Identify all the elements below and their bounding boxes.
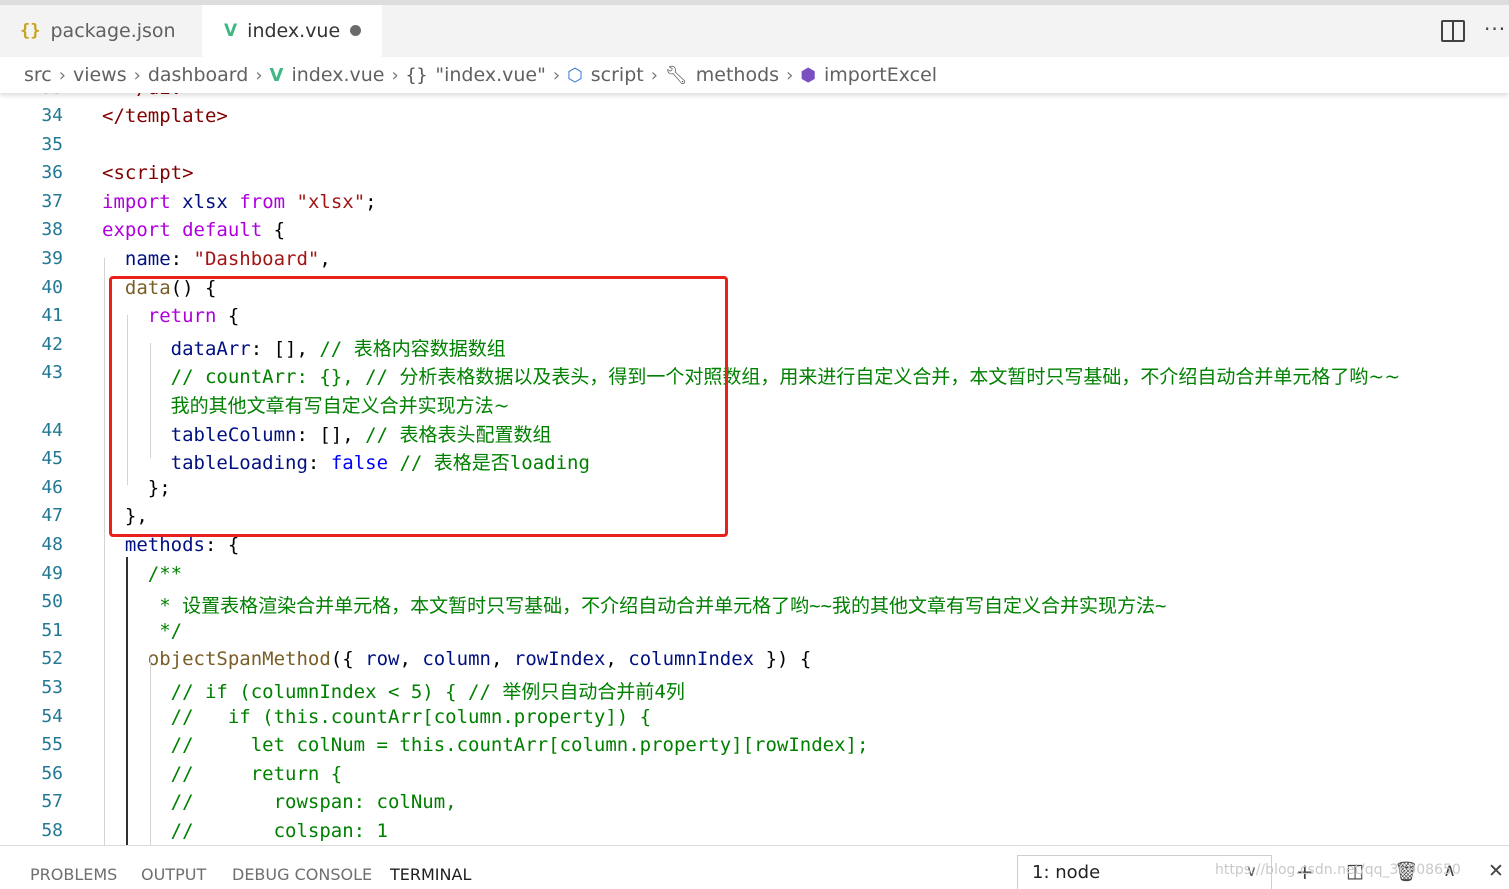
line-number: 48 xyxy=(41,534,63,555)
line-number: 46 xyxy=(41,477,63,498)
breadcrumb-importexcel-label: importExcel xyxy=(823,64,938,86)
line-number: 40 xyxy=(41,277,63,298)
wrench-icon: 🔧︎ xyxy=(664,64,688,86)
highlight-annotation-box xyxy=(109,276,728,537)
line-number: 34 xyxy=(41,105,63,126)
line-number: 38 xyxy=(41,219,63,240)
chevron-right-icon: › xyxy=(255,64,263,86)
line-number: 45 xyxy=(41,448,63,469)
code-line: */ xyxy=(159,620,183,642)
line-number: 54 xyxy=(41,706,63,727)
tab-output[interactable]: OUTPUT xyxy=(141,865,206,884)
line-number: 42 xyxy=(41,334,63,355)
line-number: 43 xyxy=(41,362,63,383)
line-number: 56 xyxy=(41,763,63,784)
tab-debug-console[interactable]: DEBUG CONSOLE xyxy=(232,865,372,884)
vue-logo-icon: V xyxy=(269,64,284,86)
panel-bar: PROBLEMS OUTPUT DEBUG CONSOLE TERMINAL 1… xyxy=(0,845,1509,889)
more-actions-icon[interactable]: ··· xyxy=(1484,17,1506,41)
line-number: 35 xyxy=(41,134,63,155)
code-line: /** xyxy=(147,563,183,585)
line-number: 58 xyxy=(41,820,63,841)
terminal-select-value: 1: node xyxy=(1032,862,1101,883)
breadcrumb-methods[interactable]: 🔧︎ methods xyxy=(665,64,779,86)
line-number: 37 xyxy=(41,191,63,212)
tab-label: index.vue xyxy=(247,20,341,42)
braces-icon: {} xyxy=(405,64,428,86)
chevron-right-icon: › xyxy=(133,64,141,86)
vue-logo-icon: V xyxy=(224,21,238,41)
code-editor[interactable]: </div> 33 34 </template> 35 36 <script> 37 imp… xyxy=(0,93,1509,845)
line-number: 55 xyxy=(41,734,63,755)
line-number: 52 xyxy=(41,648,63,669)
breadcrumb-src[interactable]: src xyxy=(24,64,52,86)
breadcrumb-module-label: "index.vue" xyxy=(435,64,546,86)
code-line: // return { xyxy=(170,763,343,785)
tab-package-json[interactable]: {} package.json xyxy=(0,5,202,57)
tab-problems[interactable]: PROBLEMS xyxy=(30,865,117,884)
chevron-right-icon: › xyxy=(391,64,399,86)
indent-guide xyxy=(104,258,105,845)
code-line: </template> xyxy=(102,105,228,127)
line-number: 41 xyxy=(41,305,63,326)
code-line: // if (columnIndex < 5) { // 举例只自动合并前4列 xyxy=(170,681,685,703)
json-braces-icon: {} xyxy=(20,21,41,41)
breadcrumb-script-label: script xyxy=(590,64,644,86)
unsaved-dot-icon[interactable] xyxy=(350,25,361,36)
code-line: export default { xyxy=(102,219,286,241)
tab-terminal[interactable]: TERMINAL xyxy=(390,865,471,884)
active-indent-guide xyxy=(126,557,128,845)
line-number: 53 xyxy=(41,677,63,698)
close-panel-icon[interactable]: ✕ xyxy=(1488,860,1504,882)
chevron-right-icon: › xyxy=(552,64,561,86)
line-number: 57 xyxy=(41,791,63,812)
line-number: 36 xyxy=(41,162,63,183)
breadcrumb-dashboard[interactable]: dashboard xyxy=(148,64,249,86)
cube-icon: ⬡ xyxy=(567,64,583,86)
breadcrumb-script[interactable]: ⬡ script xyxy=(567,64,644,86)
line-number: 47 xyxy=(41,505,63,526)
code-line: name: "Dashboard", xyxy=(124,248,331,270)
tab-index-vue[interactable]: V index.vue xyxy=(202,5,382,57)
breadcrumb: src › views › dashboard › V index.vue › … xyxy=(0,57,1509,93)
chevron-right-icon: › xyxy=(58,64,66,86)
breadcrumb-methods-label: methods xyxy=(695,64,780,86)
code-line: // if (this.countArr[column.property]) { xyxy=(170,706,652,728)
tab-label: package.json xyxy=(50,20,176,42)
line-number: 44 xyxy=(41,420,63,441)
line-number: 49 xyxy=(41,563,63,584)
chevron-right-icon: › xyxy=(650,64,658,86)
method-cube-icon: ⬢ xyxy=(800,64,816,86)
code-line: objectSpanMethod({ row, column, rowIndex… xyxy=(147,648,812,670)
code-line: <script> xyxy=(102,162,194,184)
code-line: // rowspan: colNum, xyxy=(170,791,457,813)
code-line: * 设置表格渲染合并单元格，本文暂时只写基础，不介绍自动合并单元格了哟~~我的其… xyxy=(159,595,1167,617)
breadcrumb-views[interactable]: views xyxy=(73,64,127,86)
code-line: // let colNum = this.countArr[column.pro… xyxy=(170,734,869,756)
split-editor-icon[interactable] xyxy=(1441,20,1465,42)
line-number: 51 xyxy=(41,620,63,641)
partial-line: </div> xyxy=(102,93,194,99)
code-line: import xlsx from "xlsx"; xyxy=(102,191,377,213)
code-line: methods: { xyxy=(124,534,240,556)
watermark-text: https://blog.csdn.net/qq_36908650 xyxy=(1215,862,1461,878)
breadcrumb-importexcel[interactable]: ⬢ importExcel xyxy=(800,64,937,86)
line-number: 39 xyxy=(41,248,63,269)
line-number: 33 xyxy=(0,93,70,98)
breadcrumb-module[interactable]: {} "index.vue" xyxy=(406,64,546,86)
editor-tab-bar: {} package.json V index.vue ··· xyxy=(0,0,1509,57)
breadcrumb-file-label: index.vue xyxy=(291,64,385,86)
code-line: // colspan: 1 xyxy=(170,820,388,842)
line-number: 50 xyxy=(41,591,63,612)
indent-guide xyxy=(150,657,151,845)
chevron-right-icon: › xyxy=(786,64,794,86)
breadcrumb-file[interactable]: V index.vue xyxy=(270,64,385,86)
